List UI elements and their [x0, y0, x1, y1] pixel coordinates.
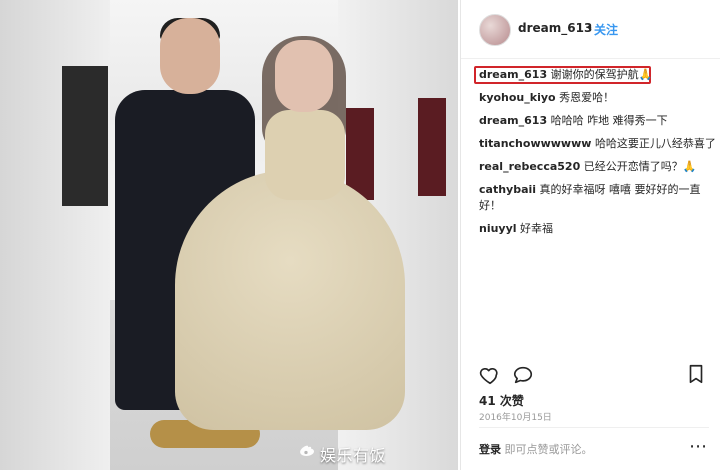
- person-right-torso: [265, 110, 345, 200]
- avatar[interactable]: [479, 14, 511, 46]
- comment-item: titanchowwwwww 哈哈这要正儿八经恭喜了: [479, 136, 717, 152]
- post-sidebar: dream_613 • 关注 dream_613 谢谢你的保驾护航🙏 kyoho…: [460, 0, 720, 470]
- likes-count: 41 次赞: [479, 394, 524, 408]
- post-actions: [479, 362, 709, 390]
- comment-username[interactable]: real_rebecca520: [479, 160, 580, 173]
- screenshot: 娱乐有饭 dream_613 • 关注 dream_613 谢谢你的保驾护航🙏 …: [0, 0, 720, 470]
- post-date: 2016年10月15日: [479, 413, 552, 423]
- comment-item: real_rebecca520 已经公开恋情了吗？🙏: [479, 159, 717, 175]
- header-separator: •: [586, 21, 594, 35]
- divider: [479, 427, 709, 428]
- post-header: dream_613 • 关注: [461, 0, 720, 59]
- bookmark-icon[interactable]: [685, 363, 707, 385]
- person-right-face: [275, 40, 333, 112]
- comment-item: niuyyl 好幸福: [479, 221, 717, 237]
- heart-icon[interactable]: [479, 364, 501, 386]
- comments-list: dream_613 谢谢你的保驾护航🙏 kyohou_kiyo 秀恩爱哈！ dr…: [479, 67, 717, 244]
- comment-item: cathybaii 真的好幸福呀 嘻嘻 要好好的一直好！: [479, 182, 717, 214]
- comment-text: 哈哈哈 咋地 难得秀一下: [550, 114, 668, 127]
- login-prompt: 登录 即可点赞或评论。: [479, 441, 593, 457]
- comment-item: dream_613 谢谢你的保驾护航🙏: [479, 67, 717, 83]
- comment-username[interactable]: dream_613: [479, 68, 547, 81]
- comment-username[interactable]: kyohou_kiyo: [479, 91, 556, 104]
- wall-poster: [62, 66, 108, 206]
- post-username[interactable]: dream_613: [518, 21, 592, 35]
- comment-username[interactable]: cathybaii: [479, 183, 536, 196]
- comment-item: dream_613 哈哈哈 咋地 难得秀一下: [479, 113, 717, 129]
- follow-button[interactable]: 关注: [594, 21, 618, 38]
- login-link[interactable]: 登录: [479, 443, 501, 456]
- comment-username[interactable]: titanchowwwwww: [479, 137, 591, 150]
- person-right-dress: [175, 170, 405, 430]
- wall-poster: [418, 98, 446, 196]
- post-photo: 娱乐有饭: [0, 0, 458, 470]
- watermark-text: 娱乐有饭: [320, 446, 387, 465]
- comment-icon[interactable]: [512, 364, 534, 386]
- comment-item: kyohou_kiyo 秀恩爱哈！: [479, 90, 717, 106]
- comment-text: 秀恩爱哈！: [559, 91, 615, 104]
- comment-username[interactable]: dream_613: [479, 114, 547, 127]
- more-options-icon[interactable]: ⋯: [689, 436, 707, 457]
- comment-text: 已经公开恋情了吗？🙏: [583, 160, 697, 173]
- person-left-face: [160, 18, 220, 94]
- login-prompt-text: 即可点赞或评论。: [504, 443, 593, 456]
- comment-text: 哈哈这要正儿八经恭喜了: [594, 137, 716, 150]
- comment-text: 谢谢你的保驾护航🙏: [550, 68, 653, 81]
- weibo-icon: [300, 445, 314, 456]
- comment-username[interactable]: niuyyl: [479, 222, 517, 235]
- comment-text: 好幸福: [520, 222, 554, 235]
